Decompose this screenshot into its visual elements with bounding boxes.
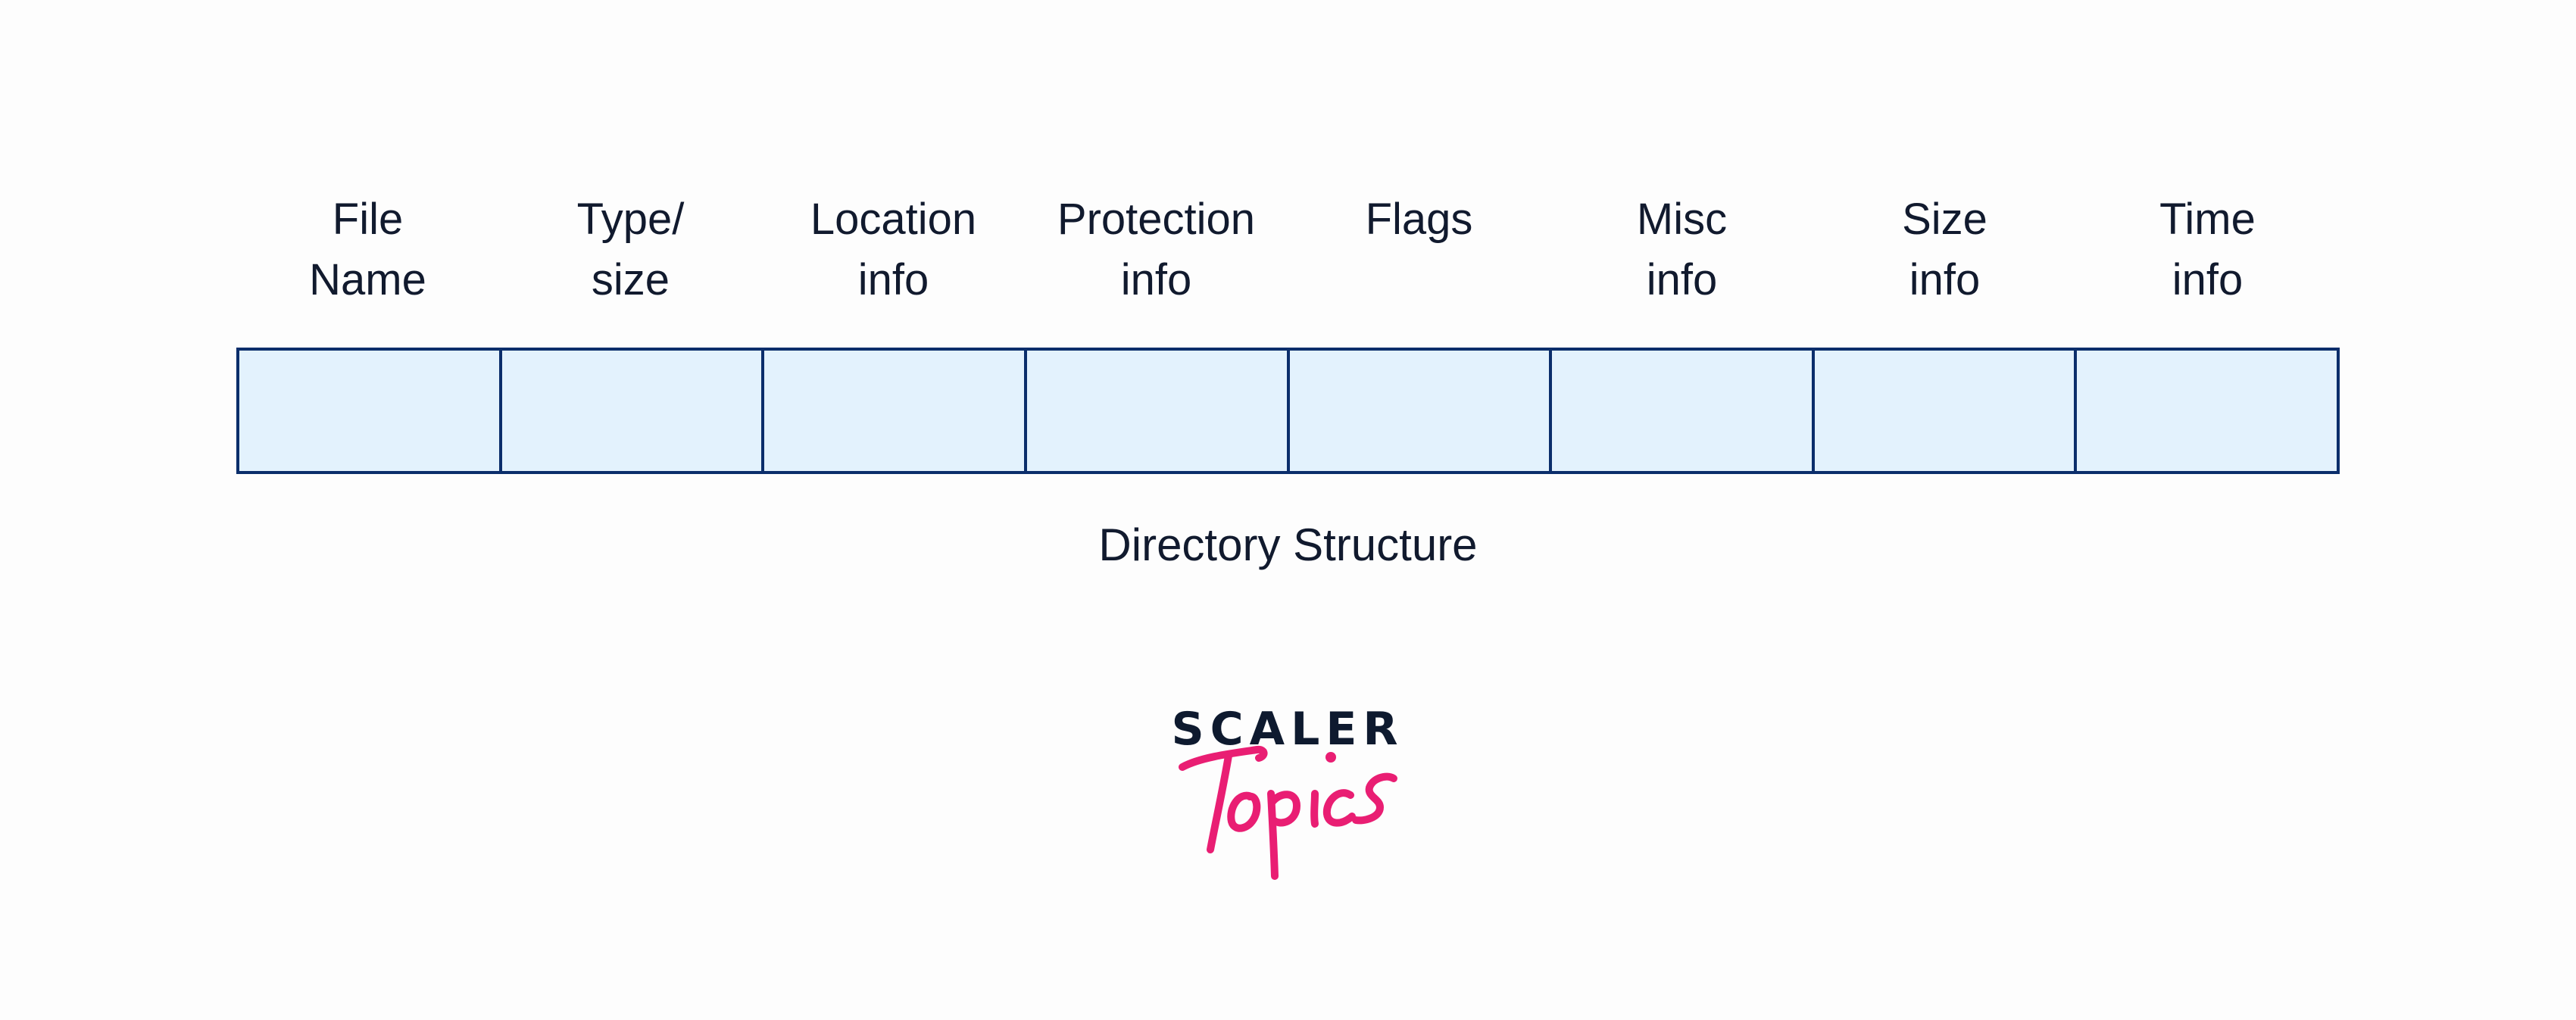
script-letter-s bbox=[1352, 772, 1397, 825]
header-size-info: Size info bbox=[1813, 189, 2076, 326]
cell-time-info bbox=[2077, 351, 2337, 471]
header-line: info bbox=[2172, 255, 2243, 304]
script-letter-o bbox=[1227, 791, 1261, 832]
header-line: File bbox=[332, 195, 404, 244]
header-line: info bbox=[1909, 255, 1981, 304]
header-protection-info: Protection info bbox=[1025, 189, 1288, 326]
script-letter-i bbox=[1310, 790, 1319, 828]
logo-script-topics bbox=[1179, 745, 1397, 880]
cell-file-name bbox=[239, 351, 502, 471]
header-flags: Flags bbox=[1288, 189, 1550, 326]
script-letter-p bbox=[1267, 790, 1300, 880]
script-letter-T-stem bbox=[1207, 752, 1232, 853]
header-file-name: File Name bbox=[236, 189, 499, 326]
cell-type-size bbox=[501, 351, 765, 471]
cell-location-info bbox=[764, 351, 1027, 471]
header-line: Time bbox=[2159, 195, 2256, 244]
header-line: Location bbox=[810, 195, 977, 244]
header-line: info bbox=[1646, 255, 1718, 304]
script-letter-T-bar bbox=[1179, 745, 1268, 771]
script-i-dot bbox=[1325, 752, 1336, 763]
cell-misc-info bbox=[1552, 351, 1815, 471]
directory-entry-row bbox=[236, 348, 2340, 474]
script-letter-c bbox=[1322, 789, 1356, 827]
header-line: size bbox=[591, 255, 670, 304]
header-line: info bbox=[1120, 255, 1192, 304]
field-headers: File Name Type/ size Location info Prote… bbox=[236, 189, 2340, 326]
header-misc-info: Misc info bbox=[1550, 189, 1813, 326]
header-location-info: Location info bbox=[762, 189, 1025, 326]
header-line: Name bbox=[309, 255, 426, 304]
cell-size-info bbox=[1814, 351, 2078, 471]
header-time-info: Time info bbox=[2076, 189, 2339, 326]
diagram-caption: Directory Structure bbox=[1098, 519, 1478, 570]
header-type-size: Type/ size bbox=[499, 189, 762, 326]
header-line: Misc bbox=[1636, 195, 1728, 244]
header-line: Size bbox=[1902, 195, 1987, 244]
header-line: info bbox=[857, 255, 929, 304]
scaler-topics-logo: SCALER bbox=[1136, 697, 1439, 894]
cell-protection-info bbox=[1026, 351, 1290, 471]
cell-flags bbox=[1289, 351, 1553, 471]
header-line: Protection bbox=[1057, 195, 1256, 244]
header-line: Flags bbox=[1365, 195, 1473, 244]
header-line: Type/ bbox=[576, 195, 685, 244]
